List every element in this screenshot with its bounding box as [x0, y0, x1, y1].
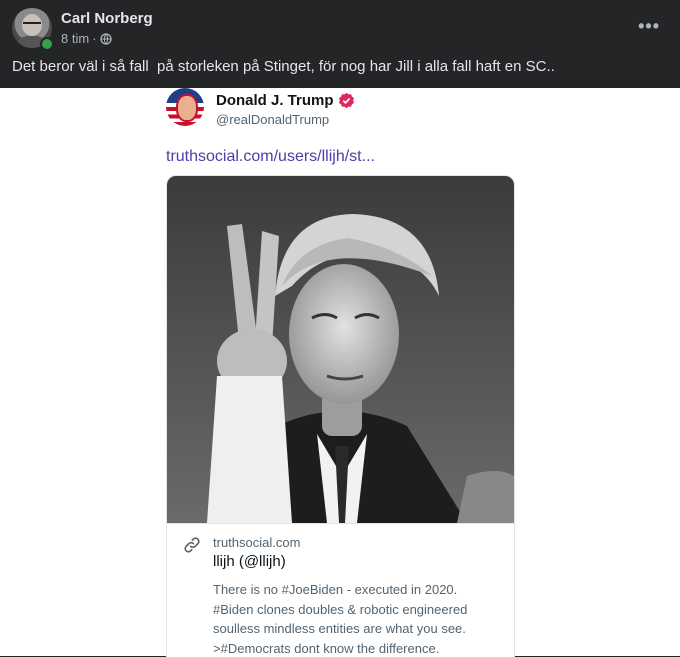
online-status-dot: [40, 37, 54, 51]
card-description-line: soulless mindless entities are what you …: [213, 619, 503, 639]
shared-author-handle: @realDonaldTrump: [216, 112, 329, 127]
facebook-post-header: Carl Norberg 8 tim · ••• Det beror väl i…: [0, 0, 680, 88]
shared-author-name-text: Donald J. Trump: [216, 92, 334, 109]
post-author-name[interactable]: Carl Norberg: [61, 10, 153, 27]
post-meta: 8 tim ·: [61, 31, 112, 46]
globe-icon[interactable]: [100, 33, 112, 45]
more-options-icon[interactable]: •••: [638, 16, 660, 37]
meta-separator: ·: [92, 31, 96, 46]
card-description-line: There is no #JoeBiden - executed in 2020…: [213, 580, 503, 600]
link-preview-card[interactable]: truthsocial.com llijh (@llijh) There is …: [166, 175, 515, 657]
avatar-face: [176, 94, 198, 122]
card-description-line: >#Democrats dont know the difference.: [213, 639, 503, 657]
card-domain: truthsocial.com: [213, 535, 300, 550]
link-icon: [183, 536, 201, 554]
card-description-line: #Biden clones doubles & robotic engineer…: [213, 600, 503, 620]
avatar-glasses: [23, 22, 41, 28]
shared-image-post: Donald J. Trump @realDonaldTrump truthso…: [0, 88, 680, 656]
post-time[interactable]: 8 tim: [61, 31, 89, 46]
card-description: There is no #JoeBiden - executed in 2020…: [213, 580, 503, 657]
shared-link[interactable]: truthsocial.com/users/llijh/st...: [166, 148, 375, 166]
card-title: llijh (@llijh): [213, 553, 286, 570]
shared-author-name: Donald J. Trump: [216, 92, 355, 109]
verified-badge-icon: [338, 92, 355, 109]
post-text: Det beror väl i så fall på storleken på …: [12, 58, 555, 75]
shared-author-avatar: [166, 88, 204, 126]
card-details: truthsocial.com llijh (@llijh) There is …: [167, 523, 514, 657]
card-photo: [167, 176, 514, 523]
